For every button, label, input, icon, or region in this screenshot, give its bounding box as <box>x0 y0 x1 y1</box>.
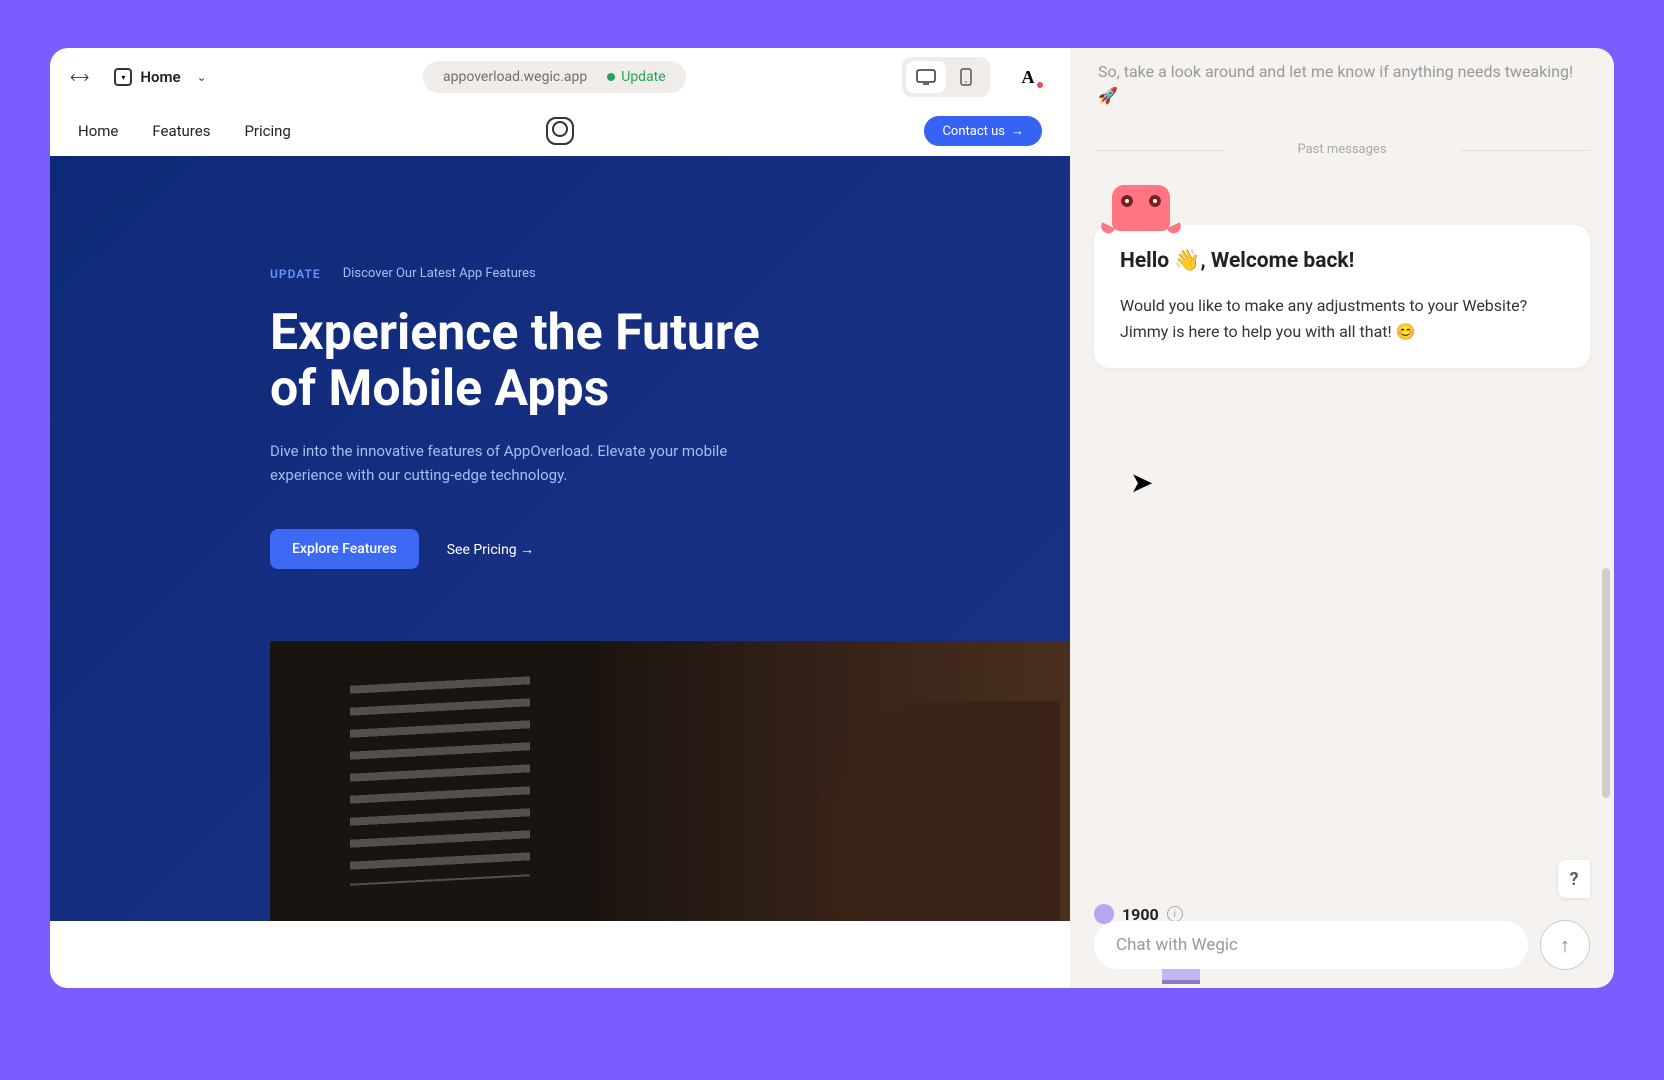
send-button[interactable]: ↑ <box>1540 920 1590 970</box>
contact-button[interactable]: Contact us → <box>924 116 1042 146</box>
editor-topbar: ⤢ ▾ Home ⌄ appoverload.wegic.app Update <box>50 48 1070 106</box>
update-label: Update <box>621 69 665 85</box>
previous-message-tail: So, take a look around and let me know i… <box>1094 60 1590 108</box>
device-toggle-group <box>902 57 990 97</box>
mobile-icon <box>960 68 972 86</box>
brand-logo[interactable] <box>546 117 574 145</box>
page-icon: ▾ <box>114 68 132 86</box>
site-navigation: Home Features Pricing Contact us → <box>50 106 1070 156</box>
page-selector[interactable]: ▾ Home ⌄ <box>114 68 206 86</box>
help-button[interactable]: ? <box>1558 860 1590 898</box>
chat-panel: So, take a look around and let me know i… <box>1070 48 1614 988</box>
resize-icon[interactable]: ⤢ <box>67 64 92 89</box>
desktop-view-button[interactable] <box>906 61 946 93</box>
explore-features-button[interactable]: Explore Features <box>270 529 419 569</box>
see-pricing-link[interactable]: See Pricing → <box>447 541 534 558</box>
assistant-mascot-icon <box>1112 185 1170 231</box>
hero-badge-row: UPDATE Discover Our Latest App Features <box>270 266 1070 281</box>
chat-input[interactable]: Chat with Wegic <box>1094 921 1528 969</box>
status-dot-icon <box>607 73 615 81</box>
hero-image <box>270 641 1070 921</box>
site-preview: Home Features Pricing Contact us → UPDAT… <box>50 106 1070 988</box>
chevron-down-icon: ⌄ <box>197 70 207 84</box>
contact-label: Contact us <box>942 124 1005 139</box>
hero-headline: Experience the Future of Mobile Apps <box>270 305 790 417</box>
hero-section: UPDATE Discover Our Latest App Features … <box>50 156 1070 921</box>
hero-description: Dive into the innovative features of App… <box>270 439 760 487</box>
nav-item-features[interactable]: Features <box>152 122 210 140</box>
badge-subtitle: Discover Our Latest App Features <box>343 266 536 281</box>
chat-input-row: Chat with Wegic ↑ <box>1094 920 1590 970</box>
nav-item-pricing[interactable]: Pricing <box>244 122 290 140</box>
site-url: appoverload.wegic.app <box>443 69 587 85</box>
update-status[interactable]: Update <box>607 69 665 85</box>
welcome-greeting: Hello 👋, Welcome back! <box>1120 249 1564 273</box>
app-shell: ⤢ ▾ Home ⌄ appoverload.wegic.app Update <box>50 48 1614 988</box>
arrow-right-icon: → <box>1011 123 1024 139</box>
past-messages-divider: Past messages <box>1094 142 1590 157</box>
arrow-up-icon: ↑ <box>1560 933 1570 958</box>
welcome-card: Hello 👋, Welcome back! Would you like to… <box>1094 225 1590 368</box>
page-selector-label: Home <box>140 68 180 86</box>
scrollbar-thumb[interactable] <box>1602 568 1610 798</box>
font-icon: A <box>1022 67 1035 88</box>
mobile-view-button[interactable] <box>946 61 986 93</box>
cursor-icon: ➤ <box>1130 466 1153 499</box>
nav-links: Home Features Pricing <box>78 122 291 140</box>
url-bar[interactable]: appoverload.wegic.app Update <box>423 61 686 93</box>
hero-actions: Explore Features See Pricing → <box>270 529 1070 569</box>
desktop-icon <box>916 69 936 85</box>
nav-item-home[interactable]: Home <box>78 122 118 140</box>
update-badge: UPDATE <box>270 267 321 281</box>
welcome-body: Would you like to make any adjustments t… <box>1120 293 1564 344</box>
font-settings-button[interactable]: A <box>1008 61 1048 93</box>
divider-label: Past messages <box>1297 142 1386 157</box>
preview-panel: ⤢ ▾ Home ⌄ appoverload.wegic.app Update <box>50 48 1070 988</box>
